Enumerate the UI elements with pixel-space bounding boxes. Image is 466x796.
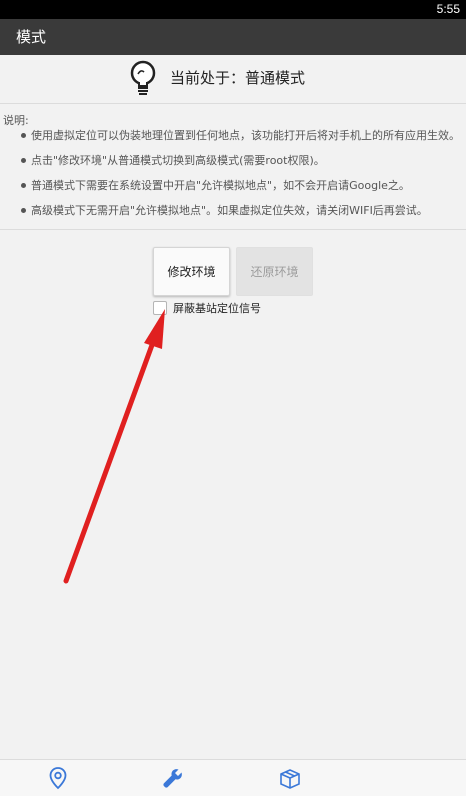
location-pin-icon[interactable]: [46, 766, 70, 790]
divider-middle: [0, 229, 466, 230]
app-title: 模式: [16, 28, 47, 46]
block-cell-location-checkbox[interactable]: [153, 301, 167, 315]
box-icon[interactable]: [278, 766, 302, 790]
instructions-label: 说明:: [3, 114, 29, 127]
current-mode-text: 当前处于：普通模式: [170, 69, 306, 87]
lightbulb-icon: [130, 60, 156, 95]
bullet-icon: [21, 157, 26, 163]
bullet-icon: [21, 207, 26, 213]
block-cell-location-label[interactable]: 屏蔽基站定位信号: [173, 300, 261, 318]
bottom-navigation: [0, 759, 466, 796]
status-bar: 5:55: [0, 0, 466, 19]
status-time: 5:55: [436, 2, 460, 16]
restore-environment-button[interactable]: 还原环境: [236, 247, 313, 296]
bullet-icon: [21, 132, 26, 138]
instruction-item: 点击"修改环境"从普通模式切换到高级模式(需要root权限)。: [21, 152, 325, 168]
app-bar: 模式: [0, 19, 466, 55]
annotation-arrow-icon: [63, 309, 165, 584]
wrench-icon[interactable]: [161, 766, 185, 790]
instruction-item: 普通模式下需要在系统设置中开启"允许模拟地点"，如不会开启请Google之。: [21, 177, 410, 193]
bullet-icon: [21, 182, 26, 188]
instruction-item: 使用虚拟定位可以伪装地理位置到任何地点，该功能打开后将对手机上的所有应用生效。: [21, 127, 460, 143]
modify-environment-button[interactable]: 修改环境: [153, 247, 230, 296]
divider-top: [0, 103, 466, 104]
instruction-item: 高级模式下无需开启"允许模拟地点"。如果虚拟定位失效，请关闭WIFI后再尝试。: [21, 202, 428, 218]
mode-header: 当前处于：普通模式: [0, 55, 466, 103]
